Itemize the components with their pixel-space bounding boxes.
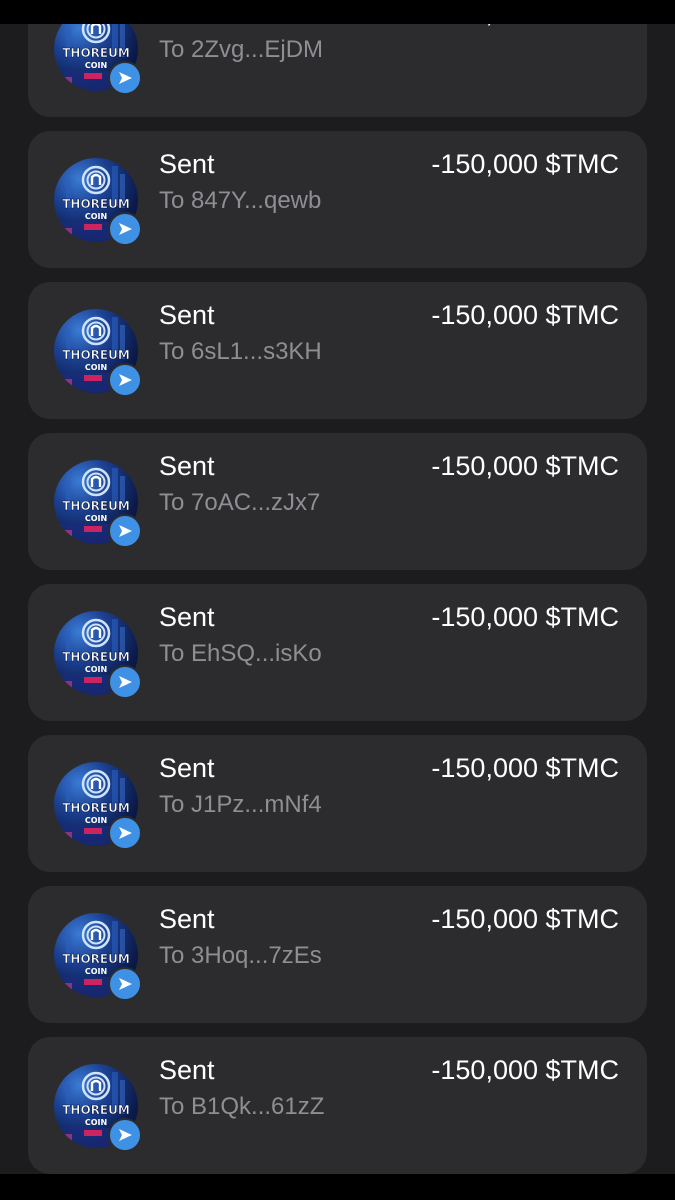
transaction-recipient: To 6sL1...s3KH xyxy=(159,338,322,365)
transaction-amount: -150,000 $TMC xyxy=(431,1055,619,1085)
svg-text:THOREUM: THOREUM xyxy=(62,348,130,362)
svg-text:THOREUM: THOREUM xyxy=(62,197,130,211)
transaction-amount: -150,000 $TMC xyxy=(431,149,619,179)
transaction-card[interactable]: THOREUM COIN Sent To 3Hoq...7zEs -150,00… xyxy=(28,886,647,1023)
transaction-recipient: To 2Zvg...EjDM xyxy=(159,36,324,63)
svg-text:COIN: COIN xyxy=(85,363,107,372)
svg-text:COIN: COIN xyxy=(85,1118,107,1127)
svg-text:THOREUM: THOREUM xyxy=(62,1103,130,1117)
transaction-amount: -150,000 $TMC xyxy=(431,753,619,783)
send-arrow-icon xyxy=(108,212,142,246)
svg-text:THOREUM: THOREUM xyxy=(62,499,130,513)
transaction-card[interactable]: THOREUM COIN Sent To J1Pz...mNf4 -150,00… xyxy=(28,735,647,872)
transaction-recipient: To 3Hoq...7zEs xyxy=(159,942,322,969)
transaction-type-label: Sent xyxy=(159,24,215,30)
transaction-recipient: To 7oAC...zJx7 xyxy=(159,489,321,516)
transaction-type-label: Sent xyxy=(159,1055,215,1085)
send-arrow-icon xyxy=(108,665,142,699)
transaction-card[interactable]: THOREUM COIN Sent To 6sL1...s3KH -150,00… xyxy=(28,282,647,419)
transaction-type-label: Sent xyxy=(159,753,215,783)
svg-text:COIN: COIN xyxy=(85,212,107,221)
transaction-recipient: To EhSQ...isKo xyxy=(159,640,322,667)
svg-text:COIN: COIN xyxy=(85,816,107,825)
svg-text:THOREUM: THOREUM xyxy=(62,650,130,664)
send-arrow-icon xyxy=(108,1118,142,1152)
send-arrow-icon xyxy=(108,816,142,850)
transaction-recipient: To 847Y...qewb xyxy=(159,187,322,214)
transaction-card[interactable]: THOREUM COIN Sent To 7oAC...zJx7 -150,00… xyxy=(28,433,647,570)
svg-text:THOREUM: THOREUM xyxy=(62,801,130,815)
transaction-amount: -150,000 $TMC xyxy=(431,451,619,481)
svg-text:THOREUM: THOREUM xyxy=(62,952,130,966)
token-avatar: THOREUM COIN xyxy=(54,611,142,699)
token-avatar: THOREUM COIN xyxy=(54,913,142,1001)
token-avatar: THOREUM COIN xyxy=(54,309,142,397)
token-avatar: THOREUM COIN xyxy=(54,762,142,850)
transaction-type-label: Sent xyxy=(159,602,215,632)
transaction-amount: -150,000 $TMC xyxy=(431,602,619,632)
send-arrow-icon xyxy=(108,967,142,1001)
transaction-amount: -150,000 $TMC xyxy=(431,904,619,934)
transaction-type-label: Sent xyxy=(159,300,215,330)
transaction-history-screen[interactable]: THOREUM COIN Sent To 2Zvg...EjDM -150,00… xyxy=(0,24,675,1174)
send-arrow-icon xyxy=(108,363,142,397)
transaction-card[interactable]: THOREUM COIN Sent To B1Qk...61zZ -150,00… xyxy=(28,1037,647,1174)
send-arrow-icon xyxy=(108,514,142,548)
transaction-recipient: To B1Qk...61zZ xyxy=(159,1093,325,1120)
transaction-amount: -150,000 $TMC xyxy=(431,300,619,330)
token-avatar: THOREUM COIN xyxy=(54,158,142,246)
token-avatar: THOREUM COIN xyxy=(54,1064,142,1152)
token-avatar: THOREUM COIN xyxy=(54,460,142,548)
transaction-recipient: To J1Pz...mNf4 xyxy=(159,791,322,818)
svg-text:COIN: COIN xyxy=(85,514,107,523)
transaction-amount: -150,000 $TMC xyxy=(431,24,619,30)
transaction-card[interactable]: THOREUM COIN Sent To 847Y...qewb -150,00… xyxy=(28,131,647,268)
token-avatar: THOREUM COIN xyxy=(54,24,142,95)
svg-text:THOREUM: THOREUM xyxy=(62,46,130,60)
transaction-card[interactable]: THOREUM COIN Sent To 2Zvg...EjDM -150,00… xyxy=(28,24,647,117)
svg-text:COIN: COIN xyxy=(85,61,107,70)
transaction-card[interactable]: THOREUM COIN Sent To EhSQ...isKo -150,00… xyxy=(28,584,647,721)
transaction-type-label: Sent xyxy=(159,904,215,934)
svg-text:COIN: COIN xyxy=(85,967,107,976)
transaction-type-label: Sent xyxy=(159,451,215,481)
svg-text:COIN: COIN xyxy=(85,665,107,674)
transaction-type-label: Sent xyxy=(159,149,215,179)
send-arrow-icon xyxy=(108,61,142,95)
